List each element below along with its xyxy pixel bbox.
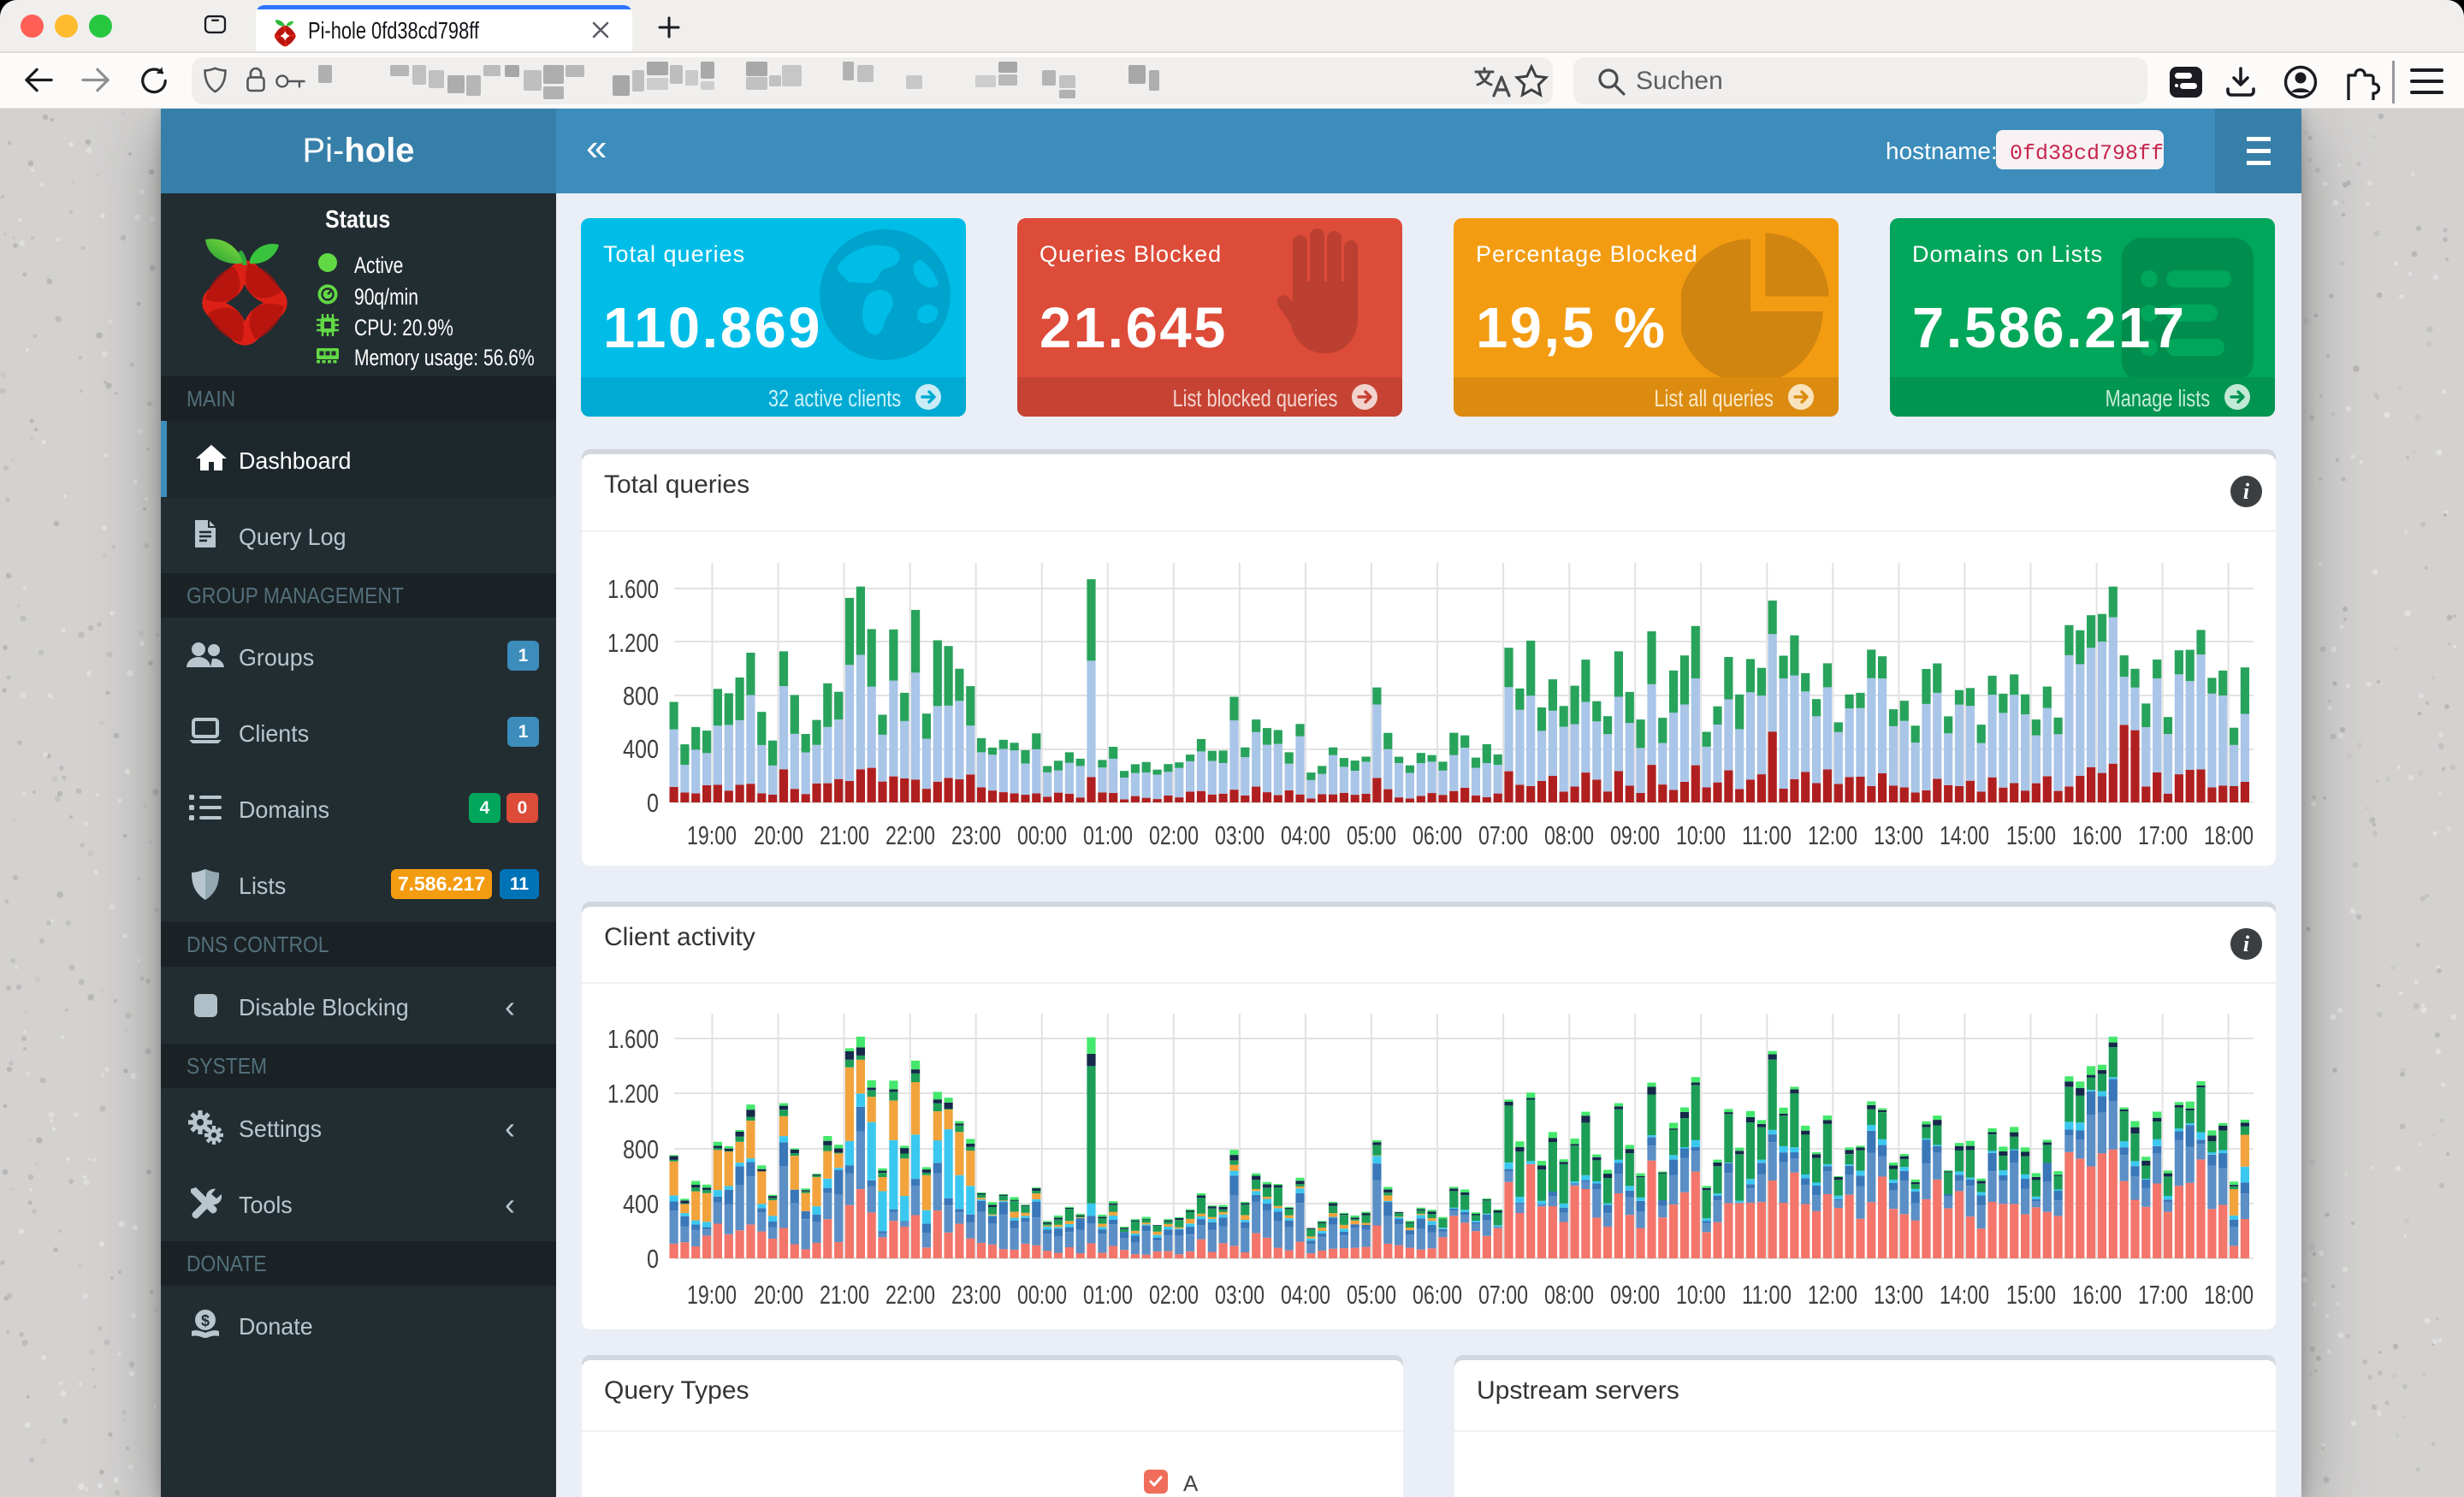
svg-text:03:00: 03:00 <box>1215 820 1265 850</box>
svg-text:15:00: 15:00 <box>2006 1280 2056 1310</box>
svg-text:06:00: 06:00 <box>1413 820 1462 850</box>
svg-text:18:00: 18:00 <box>2204 1280 2254 1310</box>
svg-text:17:00: 17:00 <box>2138 1280 2188 1310</box>
svg-text:13:00: 13:00 <box>1874 1280 1923 1310</box>
svg-text:$: $ <box>201 1312 210 1329</box>
svg-text:02:00: 02:00 <box>1149 1280 1199 1310</box>
svg-text:03:00: 03:00 <box>1215 1280 1265 1310</box>
svg-text:06:00: 06:00 <box>1413 1280 1462 1310</box>
svg-text:11:00: 11:00 <box>1742 1280 1792 1310</box>
svg-text:14:00: 14:00 <box>1940 820 1989 850</box>
svg-text:17:00: 17:00 <box>2138 820 2188 850</box>
svg-text:20:00: 20:00 <box>754 820 803 850</box>
svg-text:400: 400 <box>623 1189 659 1219</box>
svg-text:1.200: 1.200 <box>607 628 659 658</box>
svg-text:12:00: 12:00 <box>1808 1280 1857 1310</box>
svg-text:01:00: 01:00 <box>1083 1280 1133 1310</box>
svg-text:00:00: 00:00 <box>1017 820 1067 850</box>
svg-text:04:00: 04:00 <box>1281 1280 1330 1310</box>
svg-text:10:00: 10:00 <box>1676 820 1726 850</box>
svg-text:05:00: 05:00 <box>1347 820 1396 850</box>
svg-text:09:00: 09:00 <box>1610 1280 1660 1310</box>
svg-text:09:00: 09:00 <box>1610 820 1660 850</box>
svg-text:14:00: 14:00 <box>1940 1280 1989 1310</box>
svg-text:21:00: 21:00 <box>820 1280 869 1310</box>
svg-text:04:00: 04:00 <box>1281 820 1330 850</box>
svg-text:16:00: 16:00 <box>2072 820 2122 850</box>
svg-text:1.200: 1.200 <box>607 1079 659 1109</box>
svg-text:22:00: 22:00 <box>886 820 935 850</box>
svg-text:00:00: 00:00 <box>1017 1280 1067 1310</box>
svg-text:07:00: 07:00 <box>1478 1280 1528 1310</box>
svg-text:10:00: 10:00 <box>1676 1280 1726 1310</box>
svg-text:11:00: 11:00 <box>1742 820 1792 850</box>
svg-text:800: 800 <box>623 681 659 711</box>
svg-text:23:00: 23:00 <box>951 1280 1001 1310</box>
svg-text:22:00: 22:00 <box>886 1280 935 1310</box>
svg-text:02:00: 02:00 <box>1149 820 1199 850</box>
svg-text:12:00: 12:00 <box>1808 820 1857 850</box>
svg-text:13:00: 13:00 <box>1874 820 1923 850</box>
svg-text:15:00: 15:00 <box>2006 820 2056 850</box>
svg-text:21:00: 21:00 <box>820 820 869 850</box>
svg-text:08:00: 08:00 <box>1544 1280 1594 1310</box>
svg-text:0: 0 <box>647 1244 659 1274</box>
svg-text:08:00: 08:00 <box>1544 820 1594 850</box>
svg-text:1.600: 1.600 <box>607 1024 659 1054</box>
svg-text:07:00: 07:00 <box>1478 820 1528 850</box>
svg-text:01:00: 01:00 <box>1083 820 1133 850</box>
svg-text:20:00: 20:00 <box>754 1280 803 1310</box>
svg-text:0: 0 <box>647 788 659 818</box>
svg-text:800: 800 <box>623 1134 659 1164</box>
svg-text:19:00: 19:00 <box>687 1280 737 1310</box>
svg-text:19:00: 19:00 <box>687 820 737 850</box>
svg-text:18:00: 18:00 <box>2204 820 2254 850</box>
svg-text:16:00: 16:00 <box>2072 1280 2122 1310</box>
svg-text:400: 400 <box>623 734 659 764</box>
svg-text:1.600: 1.600 <box>607 574 659 604</box>
svg-text:05:00: 05:00 <box>1347 1280 1396 1310</box>
svg-text:23:00: 23:00 <box>951 820 1001 850</box>
